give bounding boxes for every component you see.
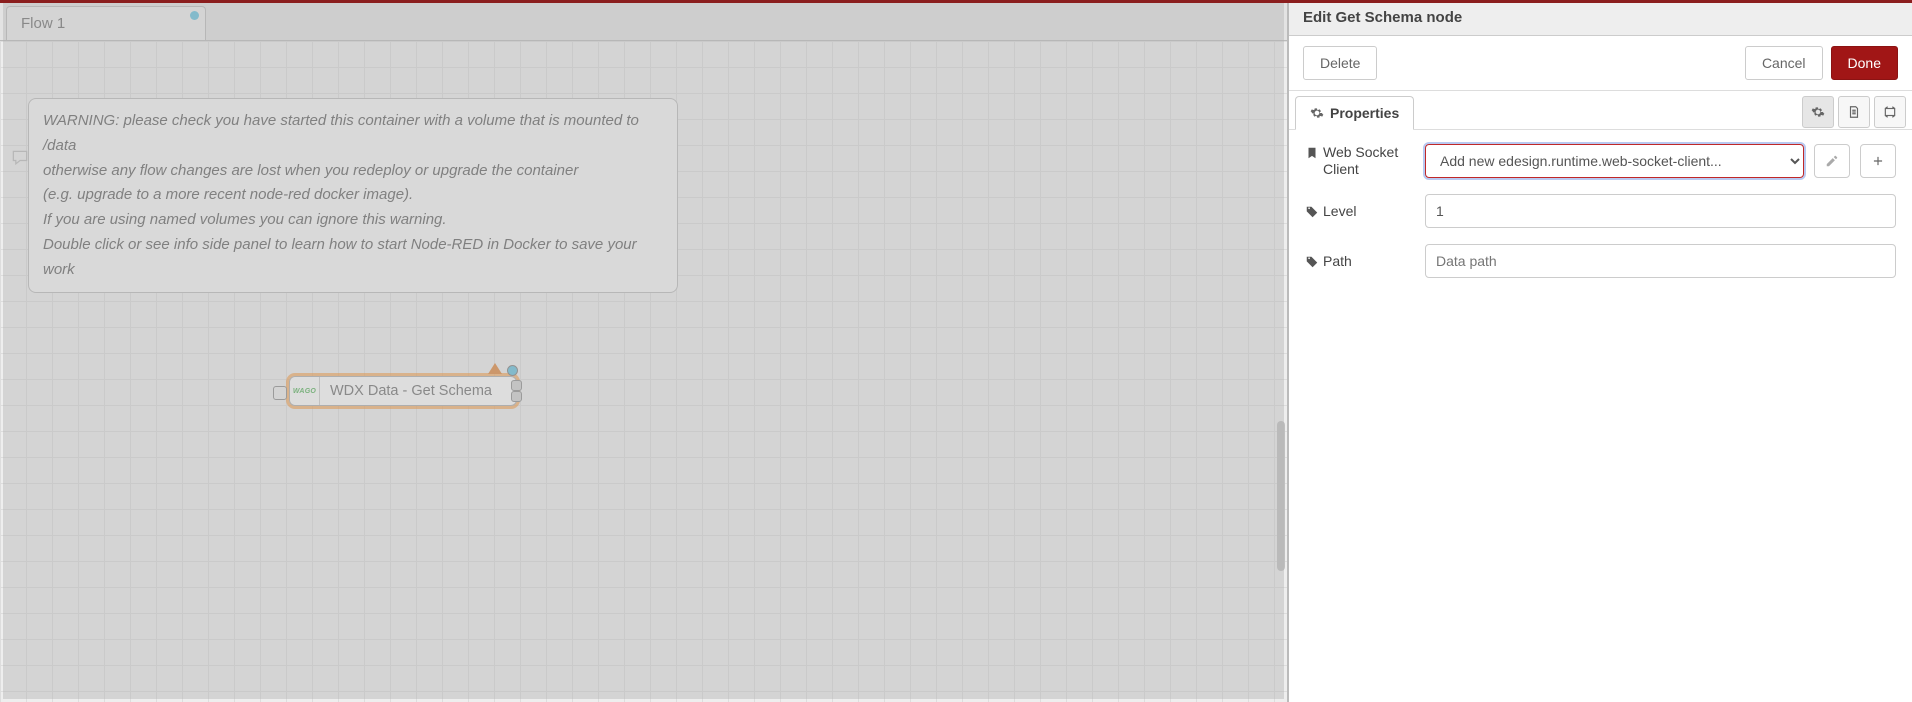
edit-panel-toolbar: Delete Cancel Done xyxy=(1289,36,1912,91)
plus-icon xyxy=(1871,154,1885,168)
field-web-socket-client: Web Socket Client Add new edesign.runtim… xyxy=(1305,144,1896,178)
level-label: Level xyxy=(1305,203,1415,220)
node-label: WDX Data - Get Schema xyxy=(320,383,502,399)
pencil-icon xyxy=(1825,154,1839,168)
node-changed-dot-icon xyxy=(507,365,518,376)
cancel-button[interactable]: Cancel xyxy=(1745,46,1823,80)
path-input[interactable] xyxy=(1425,244,1896,278)
ws-client-label: Web Socket Client xyxy=(1305,144,1415,178)
ws-client-add-button[interactable] xyxy=(1860,144,1896,178)
edit-panel: Edit Get Schema node Delete Cancel Done … xyxy=(1288,0,1912,702)
node-input-port[interactable] xyxy=(273,386,287,400)
comment-line: WARNING: please check you have started t… xyxy=(43,109,663,159)
ws-client-select[interactable]: Add new edesign.runtime.web-socket-clien… xyxy=(1425,144,1804,178)
top-accent-bar xyxy=(0,0,1912,3)
canvas-scrollbar[interactable] xyxy=(1277,421,1285,571)
properties-form: Web Socket Client Add new edesign.runtim… xyxy=(1289,130,1912,292)
canvas[interactable]: WARNING: please check you have started t… xyxy=(0,41,1287,702)
node-settings-button[interactable] xyxy=(1802,96,1834,128)
gear-icon xyxy=(1811,105,1825,119)
edit-subtabs-row: Properties xyxy=(1289,91,1912,130)
node-output-port-2[interactable] xyxy=(511,391,522,402)
flow-tabs-bar: Flow 1 xyxy=(0,3,1287,41)
ws-client-edit-button[interactable] xyxy=(1814,144,1850,178)
node-output-port-1[interactable] xyxy=(511,380,522,391)
workspace-canvas-area: Flow 1 WARNING: please check you have st… xyxy=(0,0,1288,702)
comment-line: Double click or see info side panel to l… xyxy=(43,233,663,283)
tag-icon xyxy=(1305,205,1319,219)
tab-flow-1[interactable]: Flow 1 xyxy=(6,6,206,40)
document-icon xyxy=(1847,105,1861,119)
node-description-button[interactable] xyxy=(1838,96,1870,128)
comment-line: otherwise any flow changes are lost when… xyxy=(43,159,663,184)
wdx-get-schema-node[interactable]: WAGO WDX Data - Get Schema xyxy=(289,376,517,406)
bookmark-icon xyxy=(1305,146,1319,160)
field-path: Path xyxy=(1305,244,1896,278)
layout-icon xyxy=(1883,105,1897,119)
level-input[interactable] xyxy=(1425,194,1896,228)
comment-node[interactable]: WARNING: please check you have started t… xyxy=(28,98,678,293)
tag-icon xyxy=(1305,255,1319,269)
node-brand-icon: WAGO xyxy=(290,377,320,405)
node-appearance-button[interactable] xyxy=(1874,96,1906,128)
tab-label: Flow 1 xyxy=(21,15,65,32)
comment-line: If you are using named volumes you can i… xyxy=(43,208,663,233)
tab-unsaved-dot-icon xyxy=(190,11,199,20)
tab-properties-label: Properties xyxy=(1330,105,1399,121)
gear-icon xyxy=(1310,106,1324,120)
field-level: Level xyxy=(1305,194,1896,228)
tab-properties[interactable]: Properties xyxy=(1295,96,1414,130)
node-warning-triangle-icon xyxy=(488,363,502,374)
done-button[interactable]: Done xyxy=(1831,46,1898,80)
comment-line: (e.g. upgrade to a more recent node-red … xyxy=(43,183,663,208)
delete-button[interactable]: Delete xyxy=(1303,46,1377,80)
path-label: Path xyxy=(1305,253,1415,270)
edit-panel-title: Edit Get Schema node xyxy=(1289,0,1912,36)
